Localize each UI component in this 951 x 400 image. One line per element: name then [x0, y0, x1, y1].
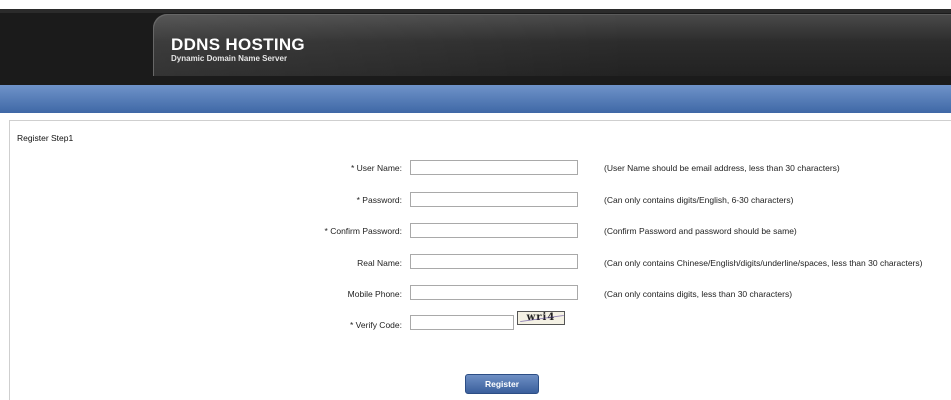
verify-code-input[interactable]: [410, 315, 514, 330]
confirm-password-hint: (Confirm Password and password should be…: [604, 226, 797, 236]
real-name-label: Real Name:: [357, 258, 402, 268]
mobile-phone-label: Mobile Phone:: [347, 289, 402, 299]
confirm-password-label: * Confirm Password:: [324, 226, 402, 236]
nav-bar: [0, 85, 951, 113]
verify-code-label: * Verify Code:: [350, 320, 402, 330]
confirm-password-input[interactable]: [410, 223, 578, 238]
captcha-image[interactable]: wri4: [517, 311, 565, 325]
real-name-hint: (Can only contains Chinese/English/digit…: [604, 258, 923, 268]
user-name-hint: (User Name should be email address, less…: [604, 163, 840, 173]
site-subtitle: Dynamic Domain Name Server: [171, 54, 288, 63]
register-button[interactable]: Register: [465, 374, 539, 394]
site-title: DDNS HOSTING: [171, 35, 305, 54]
mobile-phone-hint: (Can only contains digits, less than 30 …: [604, 289, 793, 299]
step-title: Register Step1: [17, 133, 74, 143]
mobile-phone-input[interactable]: [410, 285, 578, 300]
password-input[interactable]: [410, 192, 578, 207]
header-top-shade: [0, 9, 951, 13]
user-name-label: * User Name:: [350, 163, 402, 173]
user-name-input[interactable]: [410, 160, 578, 175]
password-hint: (Can only contains digits/English, 6-30 …: [604, 195, 794, 205]
real-name-input[interactable]: [410, 254, 578, 269]
password-label: * Password:: [356, 195, 402, 205]
